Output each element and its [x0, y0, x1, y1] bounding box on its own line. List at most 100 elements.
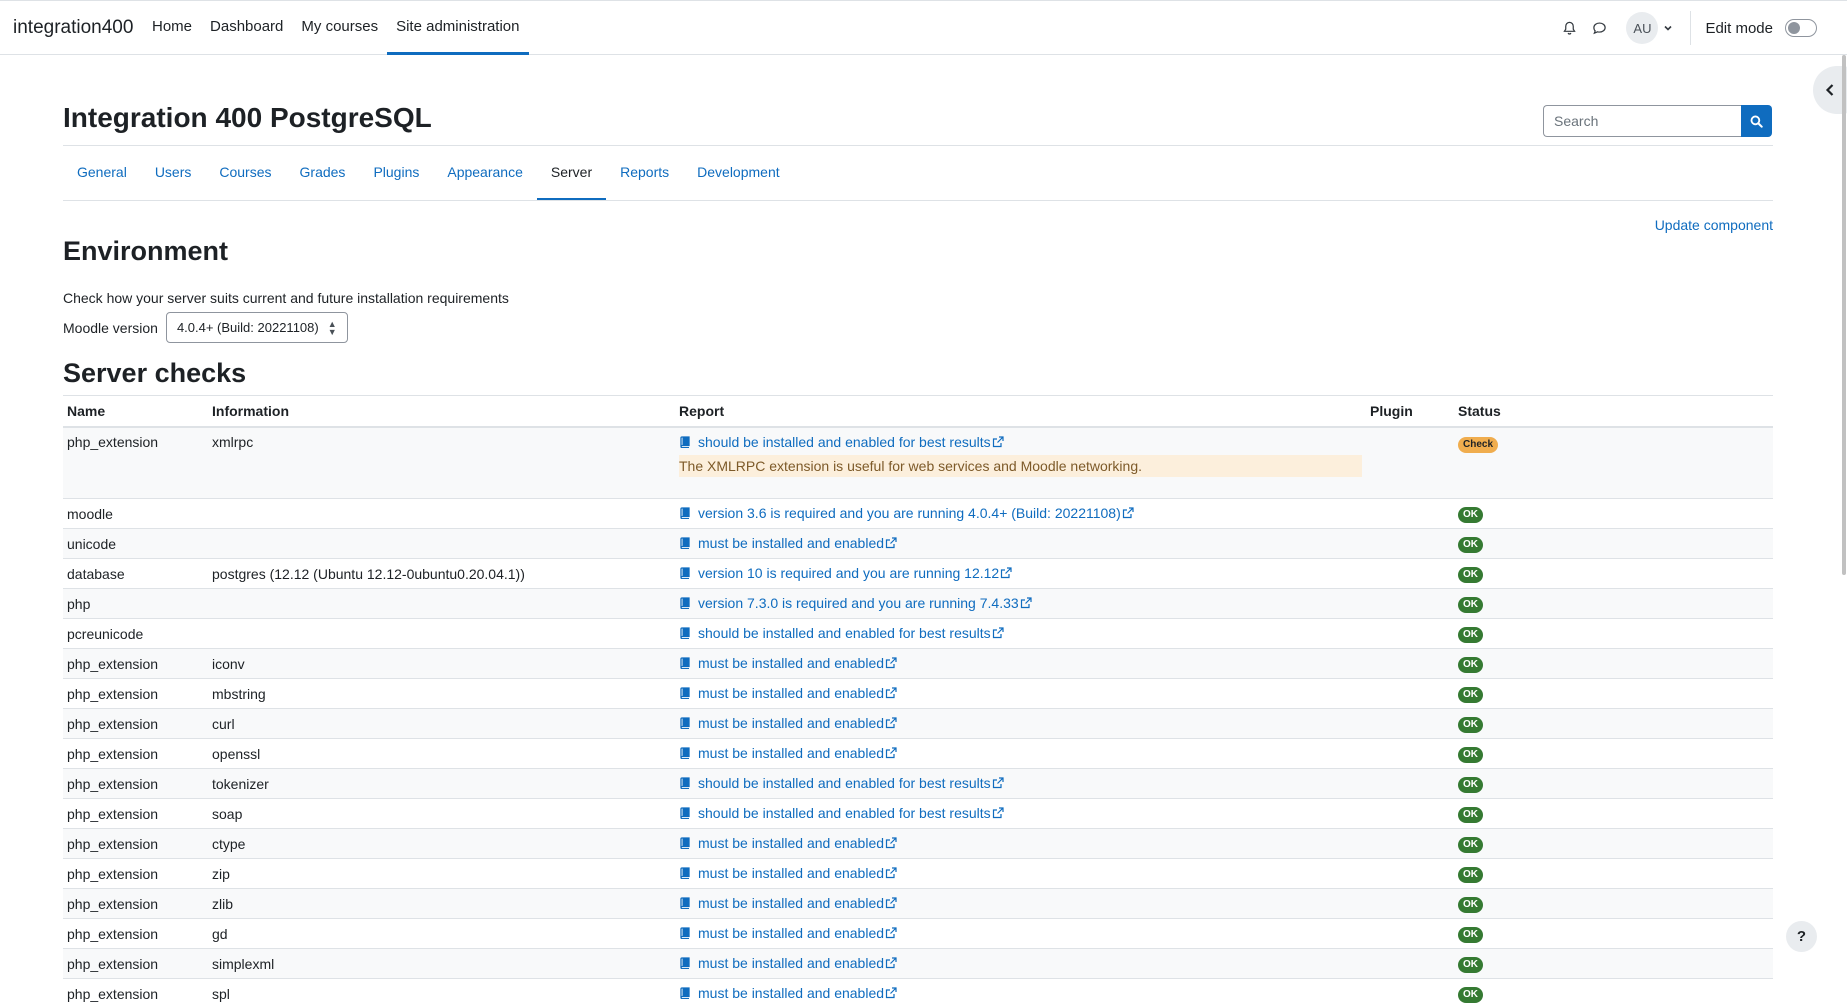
cell-status: OK: [1454, 529, 1773, 559]
cell-plugin: [1366, 649, 1454, 679]
book-icon: [679, 777, 691, 789]
report-doc-link[interactable]: version 7.3.0 is required and you are ru…: [679, 595, 1032, 611]
tab-grades[interactable]: Grades: [286, 146, 360, 201]
cell-name: php_extension: [63, 889, 208, 919]
report-doc-link[interactable]: must be installed and enabled: [679, 715, 897, 731]
status-badge: OK: [1458, 567, 1483, 583]
book-icon: [679, 567, 691, 579]
report-doc-link[interactable]: must be installed and enabled: [679, 535, 897, 551]
status-badge: OK: [1458, 747, 1483, 763]
tabs-divider: [63, 200, 1773, 201]
update-component-link[interactable]: Update component: [1655, 217, 1773, 233]
cell-plugin: [1366, 709, 1454, 739]
cell-plugin: [1366, 979, 1454, 1008]
cell-information: curl: [208, 709, 675, 739]
external-link-icon: [992, 807, 1004, 819]
tab-plugins[interactable]: Plugins: [359, 146, 433, 201]
report-doc-link[interactable]: must be installed and enabled: [679, 895, 897, 911]
cell-report: must be installed and enabled: [675, 949, 1366, 979]
report-text: must be installed and enabled: [698, 895, 884, 911]
report-doc-link[interactable]: must be installed and enabled: [679, 745, 897, 761]
site-brand[interactable]: integration400: [13, 17, 133, 39]
nav-site-administration[interactable]: Site administration: [387, 1, 528, 55]
report-doc-link[interactable]: should be installed and enabled for best…: [679, 625, 1004, 641]
report-doc-link[interactable]: must be installed and enabled: [679, 835, 897, 851]
tab-server[interactable]: Server: [537, 146, 606, 201]
report-doc-link[interactable]: must be installed and enabled: [679, 865, 897, 881]
tab-general[interactable]: General: [63, 146, 141, 201]
book-icon: [679, 957, 691, 969]
cell-name: php_extension: [63, 829, 208, 859]
cell-status: OK: [1454, 979, 1773, 1008]
cell-report: version 10 is required and you are runni…: [675, 559, 1366, 589]
external-link-icon: [885, 987, 897, 999]
table-row: php_extensiontokenizershould be installe…: [63, 769, 1773, 799]
cell-information: zip: [208, 859, 675, 889]
report-text: version 7.3.0 is required and you are ru…: [698, 595, 1019, 611]
cell-status: OK: [1454, 589, 1773, 619]
nav-my-courses[interactable]: My courses: [292, 1, 387, 55]
report-doc-link[interactable]: must be installed and enabled: [679, 955, 897, 971]
tab-courses[interactable]: Courses: [205, 146, 285, 201]
report-doc-link[interactable]: must be installed and enabled: [679, 655, 897, 671]
report-doc-link[interactable]: must be installed and enabled: [679, 985, 897, 1001]
cell-name: unicode: [63, 529, 208, 559]
cell-report: must be installed and enabled: [675, 829, 1366, 859]
report-doc-link[interactable]: version 10 is required and you are runni…: [679, 565, 1012, 581]
moodle-version-value: 4.0.4+ (Build: 20221108): [177, 320, 319, 335]
edit-mode-label: Edit mode: [1705, 20, 1773, 37]
navbar-divider: [1690, 11, 1691, 45]
tab-users[interactable]: Users: [141, 146, 206, 201]
report-doc-link[interactable]: must be installed and enabled: [679, 925, 897, 941]
report-doc-link[interactable]: should be installed and enabled for best…: [679, 775, 1004, 791]
notifications-button[interactable]: [1554, 13, 1584, 43]
nav-dashboard[interactable]: Dashboard: [201, 1, 292, 55]
book-icon: [679, 436, 691, 448]
cell-information: tokenizer: [208, 769, 675, 799]
cell-plugin: [1366, 589, 1454, 619]
user-avatar[interactable]: AU: [1626, 12, 1658, 44]
page-scrollbar[interactable]: [1841, 55, 1847, 575]
moodle-version-select[interactable]: 4.0.4+ (Build: 20221108) ▲▼: [166, 312, 348, 343]
column-header-report: Report: [675, 396, 1366, 428]
cell-name: php_extension: [63, 949, 208, 979]
user-menu-toggle[interactable]: [1658, 13, 1678, 43]
status-badge: OK: [1458, 597, 1483, 613]
column-header-plugin: Plugin: [1366, 396, 1454, 428]
search-input[interactable]: [1543, 105, 1741, 137]
external-link-icon: [1020, 597, 1032, 609]
report-doc-link[interactable]: should be installed and enabled for best…: [679, 434, 1004, 450]
cell-name: php_extension: [63, 769, 208, 799]
search-button[interactable]: [1741, 105, 1772, 137]
report-doc-link[interactable]: must be installed and enabled: [679, 685, 897, 701]
cell-plugin: [1366, 859, 1454, 889]
book-icon: [679, 657, 691, 669]
cell-status: OK: [1454, 769, 1773, 799]
status-badge: OK: [1458, 537, 1483, 553]
cell-report: must be installed and enabled: [675, 709, 1366, 739]
table-row: php_extensionsoapshould be installed and…: [63, 799, 1773, 829]
table-row: php_extensionctypemust be installed and …: [63, 829, 1773, 859]
cell-information: spl: [208, 979, 675, 1008]
cell-report: should be installed and enabled for best…: [675, 769, 1366, 799]
report-doc-link[interactable]: version 3.6 is required and you are runn…: [679, 505, 1134, 521]
select-caret-icon: ▲▼: [328, 320, 337, 336]
cell-plugin: [1366, 499, 1454, 529]
chat-bubble-icon: [1592, 21, 1607, 36]
tab-appearance[interactable]: Appearance: [433, 146, 537, 201]
scrollbar-thumb[interactable]: [1842, 55, 1846, 575]
external-link-icon: [885, 747, 897, 759]
tab-reports[interactable]: Reports: [606, 146, 683, 201]
table-row: php_extensionsplmust be installed and en…: [63, 979, 1773, 1008]
cell-report: should be installed and enabled for best…: [675, 619, 1366, 649]
help-button[interactable]: ?: [1786, 921, 1817, 952]
cell-status: OK: [1454, 799, 1773, 829]
report-doc-link[interactable]: should be installed and enabled for best…: [679, 805, 1004, 821]
nav-home[interactable]: Home: [143, 1, 201, 55]
tab-development[interactable]: Development: [683, 146, 794, 201]
report-text: must be installed and enabled: [698, 655, 884, 671]
primary-navigation: Home Dashboard My courses Site administr…: [143, 1, 529, 55]
messages-button[interactable]: [1584, 13, 1614, 43]
edit-mode-toggle[interactable]: [1785, 19, 1817, 37]
search-icon: [1750, 115, 1763, 128]
